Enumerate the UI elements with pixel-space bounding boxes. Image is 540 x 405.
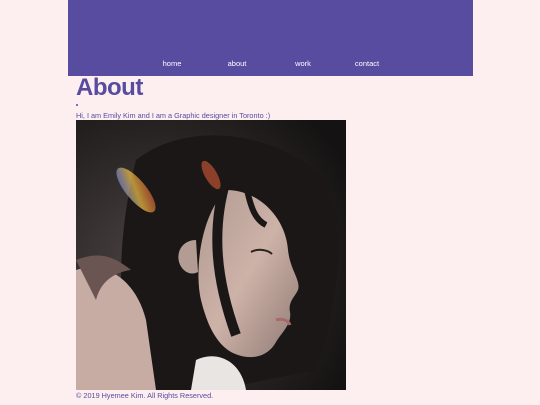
intro-text: Hi, I am Emily Kim and I am a Graphic de… (76, 111, 271, 120)
bullet-dot (76, 104, 78, 106)
portrait-image (76, 120, 346, 390)
main-nav: home about work contact (68, 58, 473, 70)
nav-link-work[interactable]: work (295, 58, 311, 70)
nav-link-home[interactable]: home (163, 58, 182, 70)
nav-link-about[interactable]: about (228, 58, 247, 70)
page-title: About (76, 74, 143, 101)
site-header: home about work contact (68, 0, 473, 76)
footer-copyright: © 2019 Hyemee Kim. All Rights Reserved. (76, 391, 214, 400)
profile-photo (76, 120, 346, 390)
nav-link-contact[interactable]: contact (355, 58, 379, 70)
